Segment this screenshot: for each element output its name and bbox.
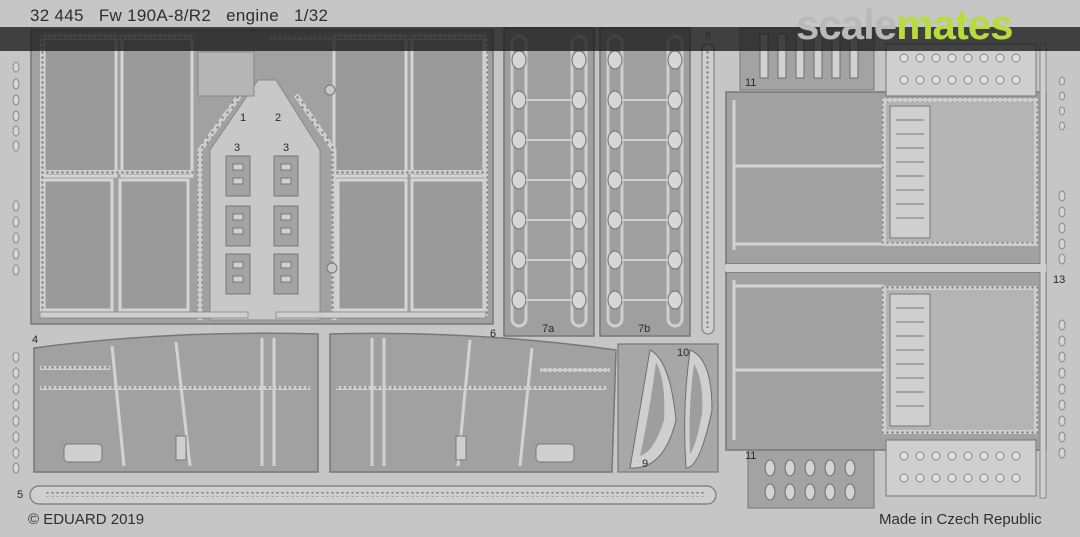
part-name: engine <box>226 6 279 25</box>
part-number-6: 6 <box>490 328 497 340</box>
part-4-panels <box>33 332 617 473</box>
right-drop-column <box>1058 76 1066 459</box>
part-number-7b: 7b <box>638 323 651 335</box>
part-9-10 <box>617 343 719 473</box>
part-number-1: 1 <box>240 112 247 124</box>
part-number-13: 13 <box>1053 274 1066 286</box>
made-in-text: Made in Czech Republic <box>879 511 1042 528</box>
watermark-part-a: scale <box>796 1 897 48</box>
part-number-5: 5 <box>17 489 24 501</box>
part-number-11a: 11 <box>745 77 757 89</box>
fret-artwork <box>12 27 1066 509</box>
scalemates-watermark: scalemates <box>796 0 1014 50</box>
part-number-3a: 3 <box>234 142 241 154</box>
part-8-strip <box>701 43 715 335</box>
part-number-2: 2 <box>275 112 282 124</box>
part-11-bottom <box>747 449 875 509</box>
left-drop-column <box>12 61 20 474</box>
part-number-8: 8 <box>705 30 712 42</box>
part-number-4: 4 <box>32 334 39 346</box>
part-number-9: 9 <box>642 458 649 470</box>
part-number-3b: 3 <box>283 142 290 154</box>
part-number-7a: 7a <box>542 323 555 335</box>
set-number: 32 445 <box>30 6 84 25</box>
copyright-text: © EDUARD 2019 <box>28 511 145 528</box>
fret-title: 32 445 Fw 190A-8/R2 engine 1/32 <box>30 6 338 26</box>
part-1-2-panel <box>30 29 494 325</box>
scale: 1/32 <box>294 6 329 25</box>
part-7a-7b <box>503 27 691 337</box>
part-5-strip <box>29 485 717 505</box>
subject: Fw 190A-8/R2 <box>98 6 212 25</box>
part-number-11b: 11 <box>745 450 757 462</box>
photo-etch-fret: scalemates 32 445 Fw 190A-8/R2 engine 1/… <box>0 0 1080 537</box>
watermark-part-b: mates <box>896 1 1013 48</box>
part-number-10: 10 <box>677 347 690 359</box>
part-13-panels <box>725 43 1047 499</box>
